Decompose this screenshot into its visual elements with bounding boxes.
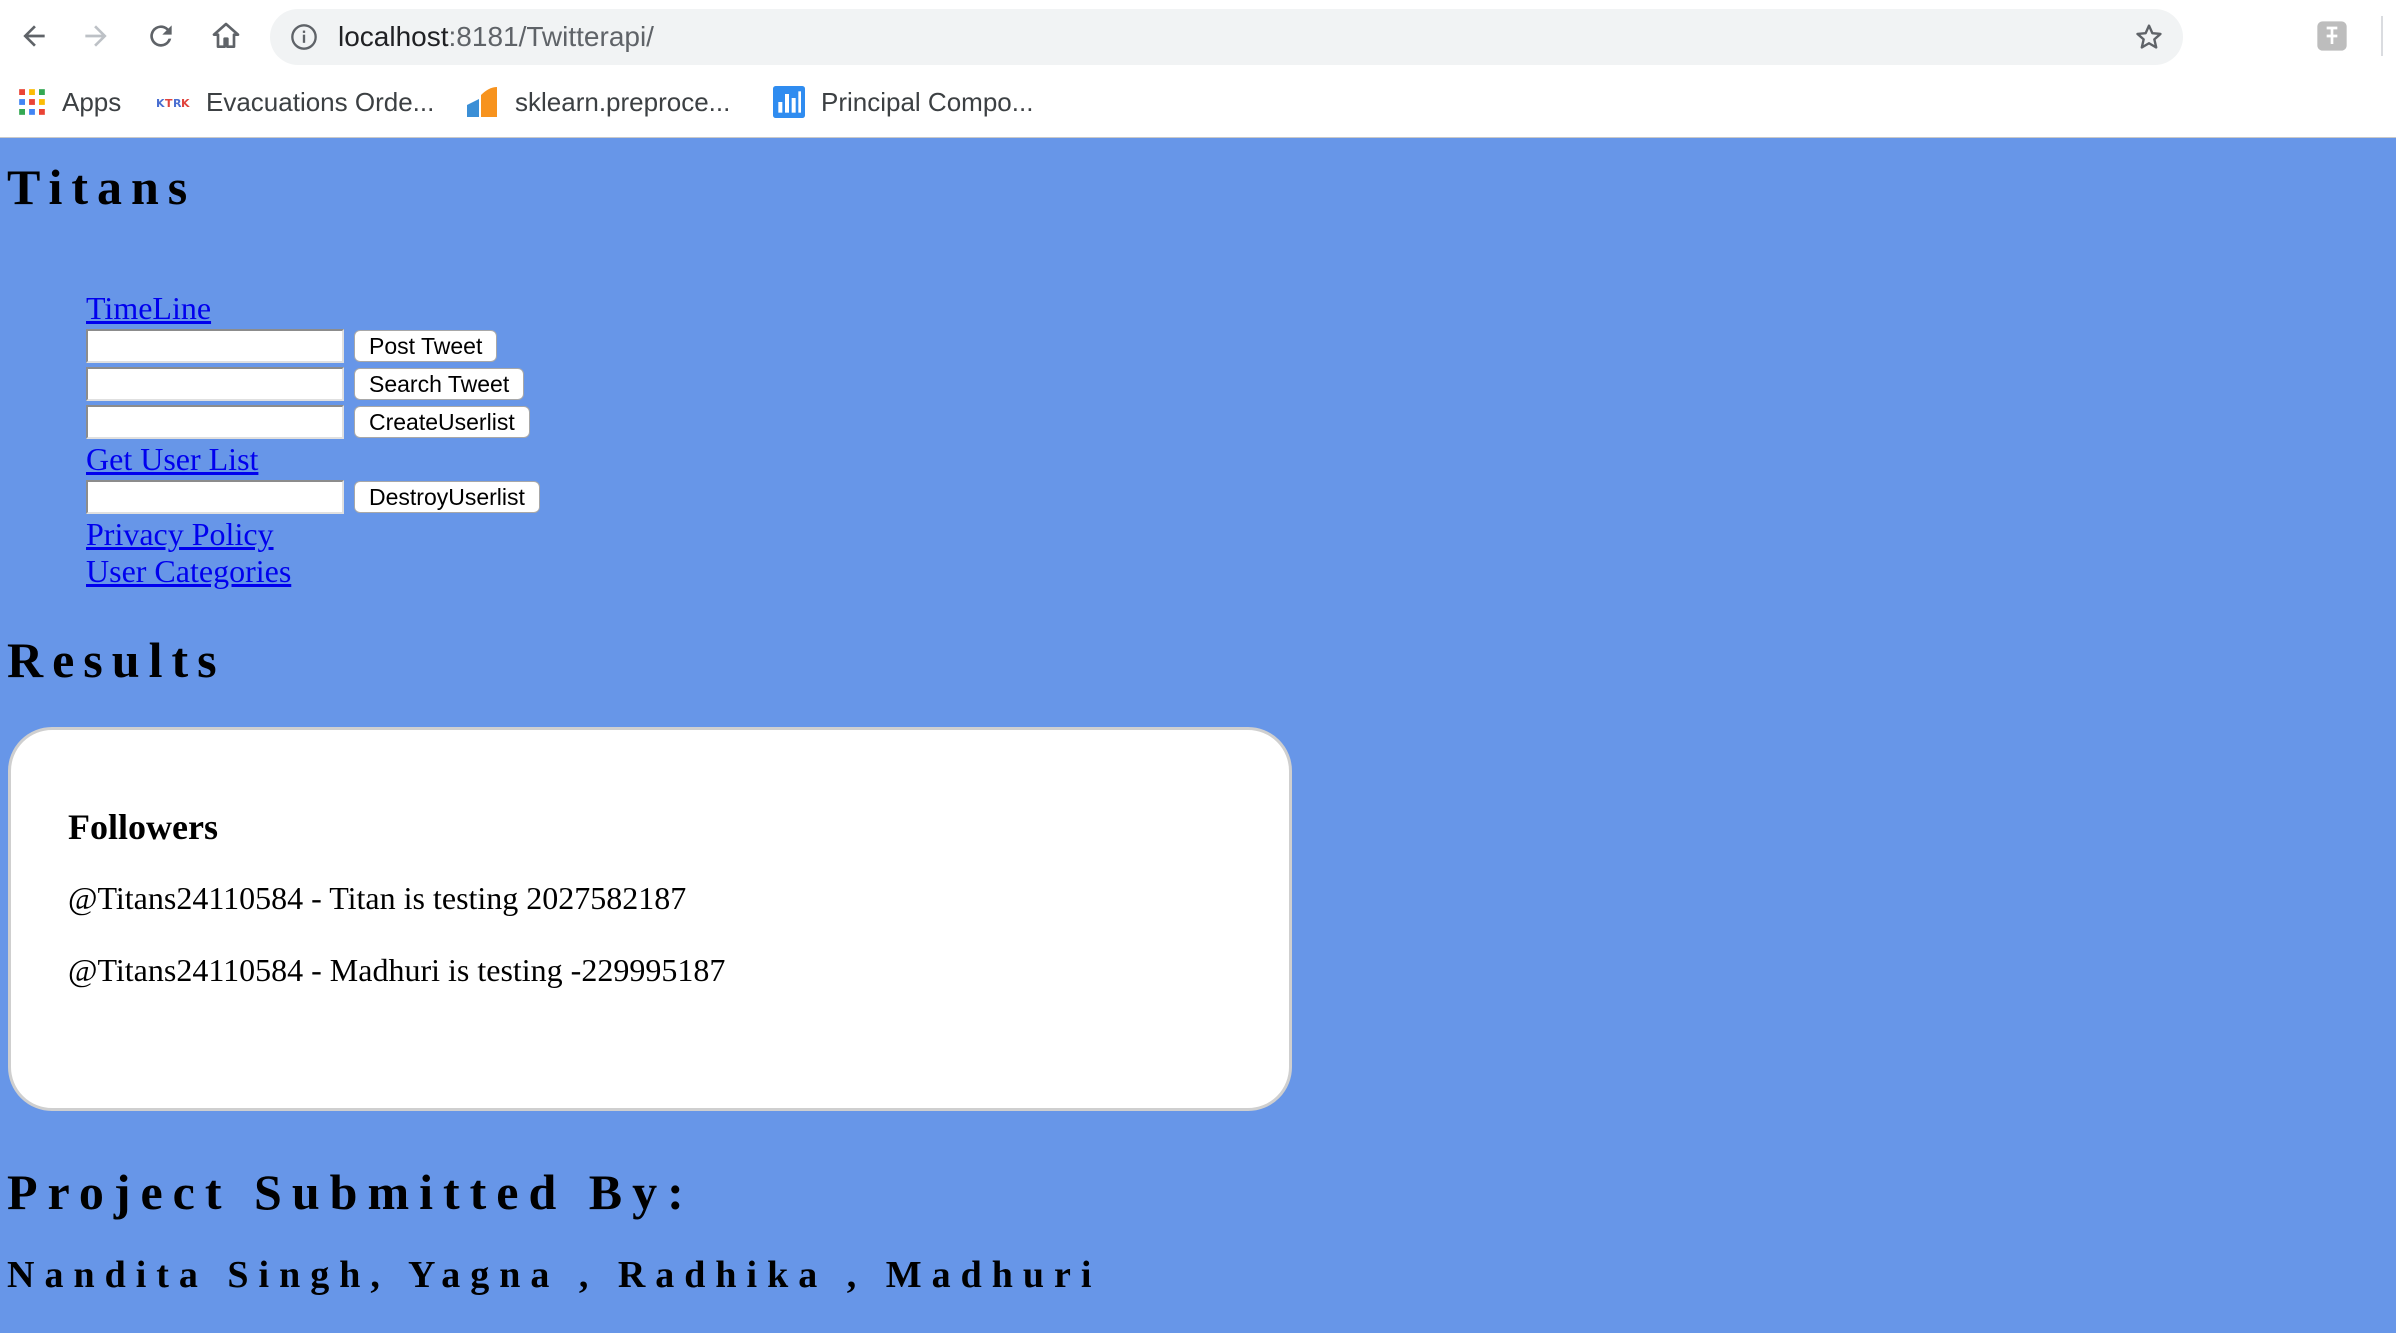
footer-names: Nandita Singh, Yagna , Radhika , Madhuri (7, 1254, 1102, 1296)
url-text[interactable]: localhost:8181/Twitterapi/ (338, 9, 654, 65)
search-tweet-input[interactable] (86, 367, 344, 401)
create-userlist-input[interactable] (86, 405, 344, 439)
results-heading: Followers (68, 807, 218, 847)
destroy-userlist-input[interactable] (86, 480, 344, 514)
sklearn-favicon-icon (465, 85, 499, 119)
results-title: Results (7, 632, 226, 688)
get-user-list-link[interactable]: Get User List (86, 441, 540, 478)
create-userlist-row: CreateUserlist (86, 403, 540, 441)
follower-item: @Titans24110584 - Titan is testing 20275… (68, 880, 687, 916)
privacy-policy-link[interactable]: Privacy Policy (86, 516, 540, 553)
bookmark-apps[interactable]: Apps (18, 78, 121, 126)
back-arrow-icon[interactable] (12, 14, 56, 58)
page-title: Titans (7, 159, 197, 215)
user-categories-link[interactable]: User Categories (86, 553, 540, 590)
browser-chrome: localhost:8181/Twitterapi/ Apps KTRK Eva… (0, 0, 2396, 138)
toolbar-divider (2381, 16, 2383, 56)
post-tweet-button[interactable]: Post Tweet (354, 330, 498, 362)
svg-text:K: K (156, 97, 165, 110)
footer-title: Project Submitted By: (7, 1164, 694, 1220)
address-bar[interactable]: localhost:8181/Twitterapi/ (270, 9, 2183, 65)
bookmarks-bar: Apps KTRK Evacuations Orde... sklearn.pr… (0, 78, 2396, 126)
results-panel: Followers @Titans24110584 - Titan is tes… (8, 727, 1292, 1111)
post-tweet-row: Post Tweet (86, 327, 540, 365)
bookmark-label: Evacuations Orde... (206, 86, 435, 117)
post-tweet-input[interactable] (86, 329, 344, 363)
site-favicon-icon: KTRK (156, 92, 190, 112)
extension-icon[interactable] (2316, 20, 2348, 57)
bookmark-sklearn[interactable]: sklearn.preproce... (465, 78, 730, 126)
bookmark-label: Principal Compo... (821, 86, 1034, 117)
search-tweet-button[interactable]: Search Tweet (354, 368, 525, 400)
follower-item: @Titans24110584 - Madhuri is testing -22… (68, 952, 726, 988)
site-info-icon[interactable] (290, 23, 318, 56)
bookmark-principal-compo[interactable]: Principal Compo... (773, 78, 1033, 126)
reload-icon[interactable] (139, 14, 183, 58)
bookmark-label: Apps (62, 86, 122, 117)
bookmark-evacuations[interactable]: KTRK Evacuations Orde... (156, 78, 434, 126)
bookmark-star-icon[interactable] (2133, 21, 2165, 58)
create-userlist-button[interactable]: CreateUserlist (354, 406, 530, 438)
forward-arrow-icon[interactable] (74, 14, 118, 58)
chart-favicon-icon (773, 86, 805, 118)
bookmark-label: sklearn.preproce... (515, 86, 731, 117)
action-menu: TimeLine Post Tweet Search Tweet CreateU… (86, 290, 540, 590)
destroy-userlist-row: DestroyUserlist (86, 478, 540, 516)
svg-text:T: T (165, 97, 173, 110)
page-content: Titans TimeLine Post Tweet Search Tweet … (0, 138, 2396, 1333)
timeline-link[interactable]: TimeLine (86, 290, 540, 327)
svg-text:K: K (181, 97, 190, 110)
destroy-userlist-button[interactable]: DestroyUserlist (354, 481, 540, 513)
home-icon[interactable] (204, 14, 248, 58)
apps-grid-icon (18, 88, 46, 116)
search-tweet-row: Search Tweet (86, 365, 540, 403)
